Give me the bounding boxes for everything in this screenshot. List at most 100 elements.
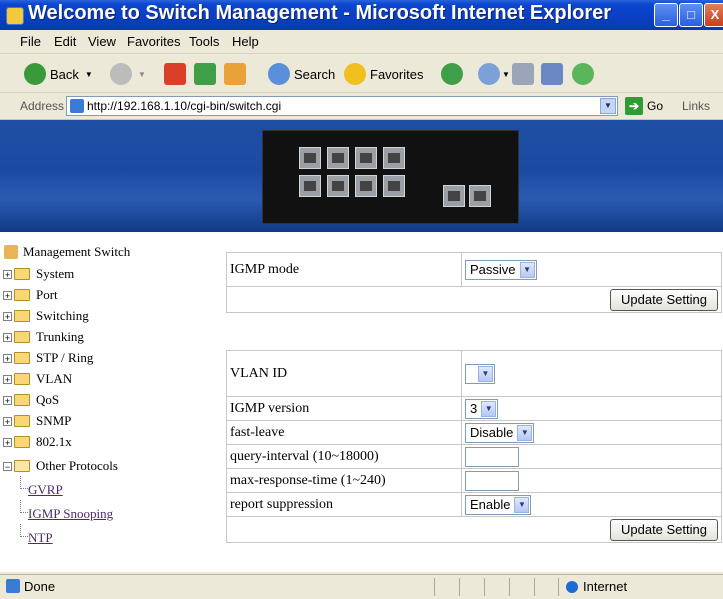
vlan-id-label: VLAN ID xyxy=(226,350,462,397)
switch-banner xyxy=(0,120,723,232)
chevron-down-icon: ▼ xyxy=(502,69,510,79)
tree-item-8021x[interactable]: +802.1x xyxy=(0,432,72,452)
max-response-time-label: max-response-time (1~240) xyxy=(226,468,462,493)
tree-item-system[interactable]: + System xyxy=(0,264,74,284)
toolbar: Back ▼ ▼ Search Favorites ▼ xyxy=(0,54,723,93)
address-input[interactable]: http://192.168.1.10/cgi-bin/switch.cgi ▼ xyxy=(66,96,618,116)
main-content: IGMP mode Passive ▼ Update Setting VLAN I… xyxy=(212,232,723,572)
page-icon xyxy=(70,99,84,113)
home-button[interactable] xyxy=(224,62,246,86)
chevron-down-icon: ▼ xyxy=(478,366,493,382)
close-button[interactable]: X xyxy=(704,3,723,27)
chevron-down-icon: ▼ xyxy=(514,496,530,513)
history-button[interactable] xyxy=(441,62,463,86)
max-response-time-input[interactable] xyxy=(465,470,519,491)
expand-icon[interactable]: + xyxy=(3,290,12,300)
folder-icon xyxy=(14,394,30,406)
tree-item-vlan[interactable]: + VLAN xyxy=(0,369,72,389)
tree-link-gvrp[interactable]: GVRP xyxy=(20,476,63,498)
mail-button[interactable]: ▼ xyxy=(478,62,510,86)
expand-icon[interactable]: + xyxy=(3,353,12,363)
menu-edit[interactable]: Edit xyxy=(54,34,76,49)
tree-item-trunking[interactable]: + Trunking xyxy=(0,327,84,347)
mail-icon xyxy=(478,63,500,85)
menu-tools[interactable]: Tools xyxy=(189,34,219,49)
tree-item-snmp[interactable]: + SNMP xyxy=(0,411,71,431)
menu-bar: File Edit View Favorites Tools Help xyxy=(0,30,723,54)
forward-button[interactable]: ▼ xyxy=(110,62,146,86)
open-folder-icon xyxy=(14,460,30,472)
tree-item-switching[interactable]: + Switching xyxy=(0,306,89,326)
folder-icon xyxy=(14,352,30,364)
tree-item-other-protocols[interactable]: − Other Protocols xyxy=(0,456,118,476)
menu-view[interactable]: View xyxy=(88,34,116,49)
igmp-mode-table: IGMP mode Passive ▼ Update Setting xyxy=(226,252,722,313)
messenger-button[interactable] xyxy=(572,62,594,86)
stop-button[interactable] xyxy=(164,62,186,86)
back-button[interactable]: Back ▼ xyxy=(24,62,93,86)
tree-item-qos[interactable]: + QoS xyxy=(0,390,59,410)
globe-icon xyxy=(566,580,578,593)
expand-icon[interactable]: + xyxy=(3,416,12,426)
address-url: http://192.168.1.10/cgi-bin/switch.cgi xyxy=(87,99,282,113)
print-button[interactable] xyxy=(512,62,534,86)
tree-item-stp-ring[interactable]: + STP / Ring xyxy=(0,348,93,368)
port-icon xyxy=(299,147,321,169)
refresh-button[interactable] xyxy=(194,62,216,86)
title-bar: Welcome to Switch Management - Microsoft… xyxy=(0,0,723,30)
chevron-down-icon: ▼ xyxy=(519,261,535,278)
port-icon xyxy=(327,147,349,169)
links-button[interactable]: Links xyxy=(682,99,710,113)
expand-icon[interactable]: + xyxy=(3,311,12,321)
minimize-button[interactable]: _ xyxy=(654,3,678,27)
ie-window-icon xyxy=(6,7,24,25)
update-setting-button[interactable]: Update Setting xyxy=(609,288,718,311)
search-button[interactable]: Search xyxy=(268,62,335,86)
star-icon xyxy=(344,63,366,85)
port-icon xyxy=(383,147,405,169)
chevron-down-icon: ▼ xyxy=(481,400,497,417)
refresh-icon xyxy=(194,63,216,85)
fast-leave-select[interactable]: Disable ▼ xyxy=(465,422,535,443)
expand-icon[interactable]: + xyxy=(3,374,12,384)
menu-favorites[interactable]: Favorites xyxy=(127,34,180,49)
collapse-icon[interactable]: − xyxy=(3,461,12,471)
folder-icon xyxy=(14,415,30,427)
folder-icon xyxy=(14,373,30,385)
expand-icon[interactable]: + xyxy=(3,437,12,447)
expand-icon[interactable]: + xyxy=(3,332,12,342)
query-interval-input[interactable] xyxy=(465,446,519,467)
edit-button[interactable] xyxy=(541,62,563,86)
tree-item-port[interactable]: + Port xyxy=(0,285,58,305)
folder-icon xyxy=(14,436,30,448)
port-icon xyxy=(299,175,321,197)
tree-link-igmp-snooping[interactable]: IGMP Snooping xyxy=(20,500,113,522)
maximize-button[interactable]: □ xyxy=(679,3,703,27)
tree-link-ntp[interactable]: NTP xyxy=(20,524,53,546)
go-button[interactable]: ➔ Go xyxy=(625,97,663,115)
igmp-version-label: IGMP version xyxy=(226,396,462,421)
expand-icon[interactable]: + xyxy=(3,395,12,405)
vlan-igmp-table: VLAN ID ▼ IGMP version 3 ▼ fast-leave Dis… xyxy=(226,350,722,543)
port-icon xyxy=(355,175,377,197)
port-icon xyxy=(469,185,491,207)
history-icon xyxy=(441,63,463,85)
back-arrow-icon xyxy=(24,63,46,85)
report-suppression-select[interactable]: Enable ▼ xyxy=(465,494,532,515)
fast-leave-label: fast-leave xyxy=(226,420,462,445)
management-switch-icon xyxy=(4,245,18,259)
address-dropdown-icon[interactable]: ▼ xyxy=(600,98,616,114)
folder-icon xyxy=(14,310,30,322)
igmp-mode-select[interactable]: Passive ▼ xyxy=(465,259,537,280)
chevron-down-icon: ▼ xyxy=(517,424,533,441)
favorites-button[interactable]: Favorites xyxy=(344,62,423,86)
report-suppression-label: report suppression xyxy=(226,492,462,517)
update-setting-button[interactable]: Update Setting xyxy=(609,518,718,541)
expand-icon[interactable]: + xyxy=(3,269,12,279)
tree-root[interactable]: Management Switch xyxy=(4,244,130,260)
vlan-id-select[interactable]: ▼ xyxy=(465,364,495,384)
page-done-icon xyxy=(6,579,20,593)
igmp-version-select[interactable]: 3 ▼ xyxy=(465,398,499,419)
menu-help[interactable]: Help xyxy=(232,34,259,49)
menu-file[interactable]: File xyxy=(20,34,41,49)
